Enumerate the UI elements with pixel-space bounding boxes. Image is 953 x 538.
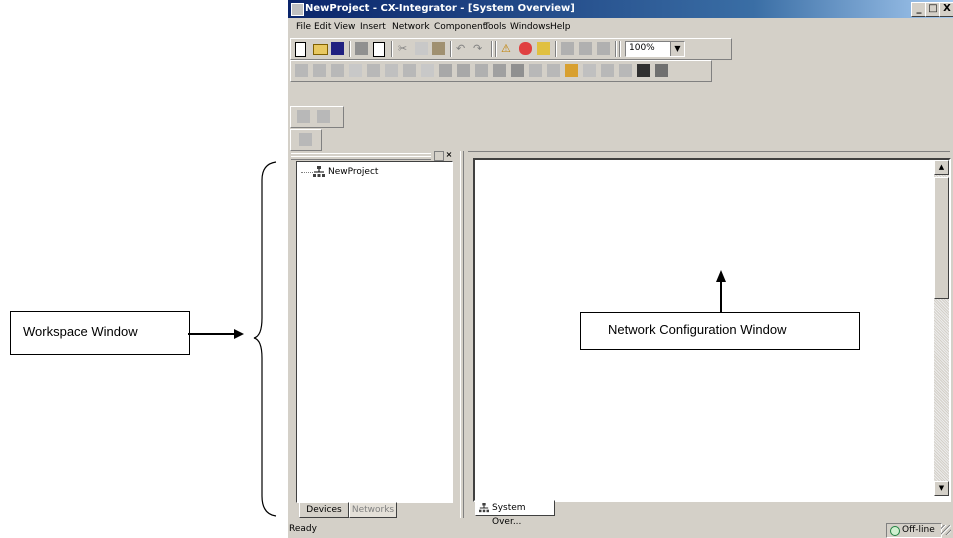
undo-icon[interactable]: ↶ (456, 42, 469, 55)
network-tool-icon[interactable] (547, 64, 560, 77)
title-bar[interactable]: NewProject - CX-Integrator - [System Ove… (288, 0, 953, 18)
network-tool-icon[interactable] (295, 64, 308, 77)
network-icon (313, 166, 325, 178)
save-icon[interactable] (331, 42, 344, 55)
menu-view[interactable]: View (334, 22, 355, 32)
network-tool-icon[interactable] (439, 64, 452, 77)
tab-networks[interactable]: Networks (349, 502, 397, 518)
network-tool-icon[interactable] (331, 64, 344, 77)
status-text: Ready (289, 524, 317, 534)
new-icon[interactable] (295, 42, 306, 57)
insert-unit-icon[interactable] (297, 110, 310, 123)
network-tool-icon[interactable] (349, 64, 362, 77)
scroll-thumb[interactable] (934, 177, 949, 299)
network-tool-icon[interactable] (367, 64, 380, 77)
network-tool-icon[interactable] (655, 64, 668, 77)
align-icon[interactable] (317, 110, 330, 123)
copy-icon[interactable] (415, 42, 428, 55)
monitor-icon[interactable] (537, 42, 550, 55)
workspace-brace (253, 161, 277, 517)
standard-toolbar: ✂ ↶ ↷ ⚠ 100% ▼ (290, 38, 732, 60)
transfer-icon[interactable] (561, 42, 574, 55)
network-configuration-label: Network Configuration Window (608, 322, 787, 337)
chevron-down-icon[interactable]: ▼ (670, 42, 684, 56)
resize-grip[interactable] (941, 525, 951, 535)
tree-root-item[interactable]: NewProject (328, 167, 378, 177)
workspace-window-callout: Workspace Window (10, 311, 190, 355)
close-button[interactable]: X (939, 2, 953, 17)
network-tool-icon[interactable] (565, 64, 578, 77)
close-icon[interactable]: × (445, 151, 453, 159)
menu-tools[interactable]: Tools (484, 22, 506, 32)
open-icon[interactable] (313, 44, 328, 55)
workspace-tree[interactable]: NewProject (296, 161, 453, 503)
menu-bar: File Edit View Insert Network Component … (288, 20, 953, 36)
print-icon[interactable] (355, 42, 368, 55)
network-tool-icon[interactable] (529, 64, 542, 77)
scroll-up-icon[interactable]: ▲ (934, 160, 949, 175)
print-preview-icon[interactable] (373, 42, 385, 57)
network-toolbar (290, 60, 712, 82)
network-tool-icon[interactable] (313, 64, 326, 77)
grid-icon[interactable] (385, 64, 398, 77)
menu-insert[interactable]: Insert (360, 22, 386, 32)
network-icon (479, 503, 489, 513)
network-tool-icon[interactable] (457, 64, 470, 77)
workspace-title-bar[interactable]: × (289, 151, 453, 161)
network-tool-icon[interactable] (403, 64, 416, 77)
paste-icon[interactable] (432, 42, 445, 55)
menu-edit[interactable]: Edit (314, 22, 331, 32)
warning-icon[interactable]: ⚠ (501, 42, 514, 55)
redo-icon[interactable]: ↷ (473, 42, 486, 55)
network-tool-icon[interactable] (619, 64, 632, 77)
extra-toolbar (290, 129, 322, 151)
network-tool-icon[interactable] (421, 64, 434, 77)
scroll-down-icon[interactable]: ▼ (934, 481, 949, 496)
zoom-value: 100% (629, 43, 655, 53)
workspace-arrow (188, 329, 244, 339)
tab-system-overview[interactable]: System Over... (475, 500, 555, 527)
network-tool-icon[interactable] (493, 64, 506, 77)
connection-status-panel: Off-line (886, 523, 942, 538)
network-tool-icon[interactable] (475, 64, 488, 77)
menu-help[interactable]: Help (550, 22, 571, 32)
zoom-select[interactable]: 100% ▼ (625, 41, 685, 57)
divider (468, 151, 950, 152)
menu-windows[interactable]: Windows (510, 22, 550, 32)
online-icon[interactable] (519, 42, 532, 55)
status-bar: Ready Off-line (288, 523, 953, 538)
window-title: NewProject - CX-Integrator - [System Ove… (305, 3, 575, 14)
network-tool-icon[interactable] (583, 64, 596, 77)
compare-icon[interactable] (579, 42, 592, 55)
workspace-window-label: Workspace Window (23, 324, 138, 339)
status-light-icon (890, 526, 900, 536)
network-configuration-callout: Network Configuration Window (580, 312, 860, 350)
app-icon[interactable] (291, 3, 304, 16)
network-tool-icon[interactable] (511, 64, 524, 77)
workspace-dock-button[interactable] (434, 151, 444, 161)
cx-integrator-window: NewProject - CX-Integrator - [System Ove… (288, 0, 953, 538)
connection-status: Off-line (902, 525, 935, 535)
vertical-scrollbar[interactable]: ▲ ▼ (934, 160, 949, 496)
component-toolbar (290, 106, 344, 128)
settings-icon[interactable] (299, 133, 312, 146)
find-icon[interactable] (637, 64, 650, 77)
menu-network[interactable]: Network (392, 22, 430, 32)
tab-devices[interactable]: Devices (299, 502, 349, 518)
network-arrow (716, 270, 726, 312)
workspace-window: × NewProject Devices Networks (288, 151, 454, 518)
network-tool-icon[interactable] (601, 64, 614, 77)
menu-component[interactable]: Component (434, 22, 486, 32)
parameter-icon[interactable] (597, 42, 610, 55)
cut-icon[interactable]: ✂ (398, 42, 411, 55)
menu-file[interactable]: File (296, 22, 311, 32)
pane-splitter[interactable] (460, 151, 464, 518)
